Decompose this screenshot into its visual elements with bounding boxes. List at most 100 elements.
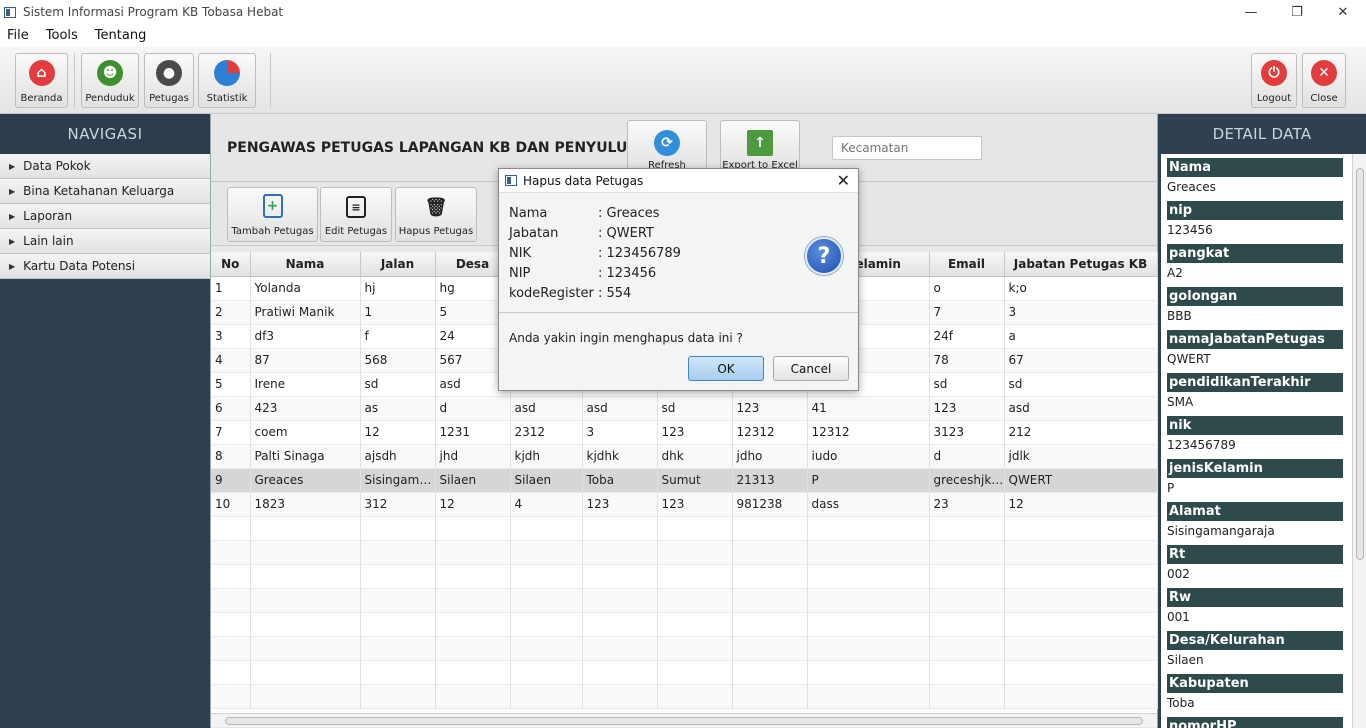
petugas-button[interactable]: ● Petugas [144, 53, 194, 108]
hapus-petugas-button[interactable]: 🗑 Hapus Petugas [395, 187, 477, 242]
beranda-label: Beranda [20, 93, 63, 104]
maximize-button[interactable]: ❐ [1274, 0, 1320, 24]
table-cell [360, 588, 436, 612]
table-row[interactable]: 7 coem 12 1231 2312 3 123 12312 12312 3123 212 [211, 420, 1158, 444]
table-cell: 3 [1004, 300, 1158, 324]
table-cell: Sumut [657, 468, 733, 492]
column-header[interactable]: Email [929, 252, 1005, 277]
vertical-scrollbar[interactable] [1352, 154, 1366, 728]
menu-file[interactable]: File [7, 28, 29, 43]
cancel-button[interactable]: Cancel [773, 356, 849, 381]
table-cell [250, 588, 361, 612]
logout-button[interactable]: ⏻ Logout [1251, 53, 1297, 108]
table-cell: Palti Sinaga [250, 444, 361, 468]
table-cell [929, 516, 1005, 540]
table-cell: 12 [435, 492, 511, 516]
table-row[interactable]: 10 1823 312 12 4 123 123 981238 dass 23 12 [211, 492, 1158, 516]
table-cell: 12312 [732, 420, 808, 444]
refresh-button[interactable]: ⟳ Refresh [627, 120, 707, 174]
table-cell: 123 [657, 420, 733, 444]
table-row[interactable]: 9GreacesSisingamangarajaSilaenSilaenToba… [211, 468, 1158, 492]
detail-field-value: A2 [1167, 266, 1183, 280]
table-cell [510, 660, 583, 684]
nav-item-laporan[interactable]: ▶ Laporan [0, 204, 210, 229]
table-cell: 1823 [250, 492, 361, 516]
table-cell: sd [657, 396, 733, 420]
detail-field-value: QWERT [1167, 352, 1211, 366]
menu-tentang[interactable]: Tentang [95, 28, 147, 43]
window-close-button[interactable]: ✕ [1320, 0, 1366, 24]
table-cell: 1 [211, 276, 251, 300]
table-cell [1004, 516, 1158, 540]
column-header[interactable]: No [211, 252, 251, 277]
nav-item-data-pokok[interactable]: ▶ Data Pokok [0, 154, 210, 179]
table-row[interactable]: 8 Palti Sinaga ajsdh jhd kjdh kjdhk dhk jdho iud… [211, 444, 1158, 468]
table-cell [582, 516, 658, 540]
table-cell [929, 540, 1005, 564]
table-cell: 8 [211, 444, 251, 468]
penduduk-button[interactable]: ☻ Penduduk [81, 53, 139, 108]
export-excel-button[interactable]: ↑ Export to Excel [720, 120, 800, 174]
empty-row [211, 540, 1158, 564]
detail-field-label: Rt [1167, 545, 1343, 564]
table-cell: as [360, 396, 436, 420]
table-cell [929, 612, 1005, 636]
table-cell [510, 636, 583, 660]
table-cell [510, 564, 583, 588]
nav-item-lain-lain[interactable]: ▶ Lain lain [0, 229, 210, 254]
table-cell [250, 516, 361, 540]
table-cell: Toba [582, 468, 658, 492]
minimize-button[interactable]: — [1228, 0, 1274, 24]
table-cell: iudo [807, 444, 930, 468]
nav-item-bina-ketahanan-keluarga[interactable]: ▶ Bina Ketahanan Keluarga [0, 179, 210, 204]
close-icon: ✕ [1311, 60, 1337, 86]
nav-item-kartu-data-potensi[interactable]: ▶ Kartu Data Potensi [0, 254, 210, 279]
table-cell [360, 684, 436, 708]
dialog-app-icon [505, 175, 517, 186]
column-header[interactable]: Nama [250, 252, 361, 277]
scrollbar-thumb[interactable] [1356, 168, 1364, 560]
column-header[interactable]: Jalan [360, 252, 436, 277]
table-cell [657, 684, 733, 708]
table-cell: 12312 [807, 420, 930, 444]
horizontal-scrollbar[interactable] [211, 713, 1157, 727]
table-cell [250, 636, 361, 660]
table-cell [657, 660, 733, 684]
table-cell: coem [250, 420, 361, 444]
close-app-button[interactable]: ✕ Close [1302, 53, 1346, 108]
dialog-key: NIP [509, 266, 531, 281]
dialog-row-nama: Nama: Greaces [509, 206, 660, 221]
table-cell: P [807, 468, 930, 492]
empty-row [211, 612, 1158, 636]
beranda-button[interactable]: ⌂ Beranda [15, 53, 68, 108]
table-cell: dhk [657, 444, 733, 468]
detail-field-label: Nama [1167, 158, 1343, 177]
table-cell: Irene [250, 372, 361, 396]
table-cell [435, 660, 511, 684]
tambah-petugas-button[interactable]: + Tambah Petugas [227, 187, 318, 242]
table-row[interactable]: 6 423 as d asd asd sd 123 41 123 asd [211, 396, 1158, 420]
empty-row [211, 588, 1158, 612]
kecamatan-search-input[interactable] [832, 136, 982, 160]
menu-tools[interactable]: Tools [46, 28, 78, 43]
column-header[interactable]: Jabatan Petugas KB [1004, 252, 1158, 277]
people-icon: ☻ [97, 60, 123, 86]
detail-field-value: Sisingamangaraja [1167, 524, 1275, 538]
edit-petugas-button[interactable]: ≡ Edit Petugas [320, 187, 392, 242]
scrollbar-thumb[interactable] [225, 717, 1143, 725]
detail-field-value: 123456 [1167, 223, 1213, 237]
excel-icon: ↑ [747, 130, 773, 156]
table-cell [250, 540, 361, 564]
dialog-key: kodeRegister [509, 286, 594, 301]
table-cell: 78 [929, 348, 1005, 372]
table-cell [657, 612, 733, 636]
ok-button[interactable]: OK [688, 356, 764, 381]
table-cell [807, 636, 930, 660]
statistik-button[interactable]: Statistik [198, 53, 256, 108]
table-cell [807, 612, 930, 636]
detail-field-label: pangkat [1167, 244, 1343, 263]
table-cell [657, 540, 733, 564]
dialog-close-button[interactable]: ✕ [837, 171, 850, 190]
nav-label: Data Pokok [23, 159, 91, 173]
add-file-icon: + [262, 194, 283, 218]
